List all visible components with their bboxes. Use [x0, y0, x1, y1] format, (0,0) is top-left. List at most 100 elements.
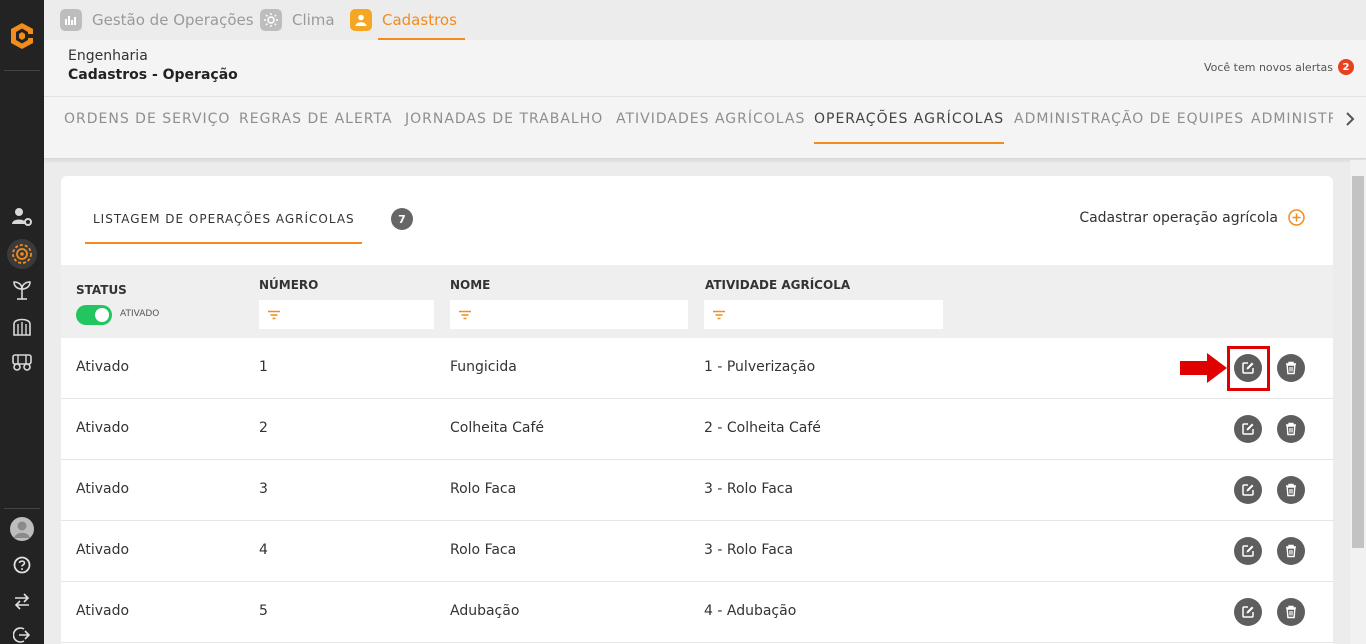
edit-icon — [1242, 606, 1254, 618]
toggle-knob — [95, 308, 109, 322]
help-icon[interactable] — [7, 550, 37, 580]
edit-button[interactable] — [1234, 598, 1262, 626]
cell-numero: 2 — [259, 420, 268, 436]
filter-icon — [268, 310, 280, 319]
cell-nome: Rolo Faca — [450, 542, 517, 558]
cell-nome: Adubação — [450, 603, 520, 619]
tab-operacoes-agricolas[interactable]: OPERAÇÕES AGRÍCOLAS — [814, 111, 1005, 144]
cell-numero: 5 — [259, 603, 268, 619]
trash-icon — [1286, 605, 1296, 619]
page-scrollbar[interactable] — [1350, 160, 1366, 644]
table-header: STATUS ATIVADO NÚMERO NOME ATIVIDADE AGR… — [61, 265, 1333, 338]
alerts-link[interactable]: Você tem novos alertas 2 — [1204, 59, 1354, 75]
edit-button[interactable] — [1234, 415, 1262, 443]
filter-icon — [459, 310, 471, 319]
annotation-highlight-box — [1227, 346, 1270, 391]
table-row[interactable]: Ativado 1 Fungicida 1 - Pulverização — [61, 338, 1333, 399]
rail-divider — [4, 508, 40, 509]
tab-administracao-truncated[interactable]: ADMINISTR — [1251, 111, 1333, 127]
column-header-nome: NOME — [450, 278, 491, 292]
page-title: Cadastros - Operação — [68, 67, 238, 83]
module-label: Cadastros — [382, 11, 457, 29]
cell-numero: 4 — [259, 542, 268, 558]
edit-button[interactable] — [1234, 537, 1262, 565]
module-tab-cadastros[interactable]: Cadastros — [350, 0, 465, 40]
column-header-atividade: ATIVIDADE AGRÍCOLA — [705, 278, 851, 292]
sun-icon — [260, 9, 282, 31]
nome-filter-input[interactable] — [450, 300, 688, 329]
plus-circle-icon — [1288, 209, 1305, 226]
table-row[interactable]: Ativado 3 Rolo Faca 3 - Rolo Faca — [61, 460, 1333, 521]
sprout-icon[interactable] — [7, 275, 37, 305]
cell-status: Ativado — [76, 359, 130, 375]
edit-icon — [1242, 484, 1254, 496]
alerts-count-badge: 2 — [1338, 59, 1354, 75]
swap-icon[interactable] — [7, 586, 37, 616]
tab-jornadas-de-trabalho[interactable]: JORNADAS DE TRABALHO — [405, 111, 603, 127]
cell-numero: 3 — [259, 481, 268, 497]
section-tabs: ORDENS DE SERVIÇO REGRAS DE ALERTA JORNA… — [44, 97, 1366, 159]
avatar[interactable] — [7, 514, 37, 544]
cell-status: Ativado — [76, 420, 130, 436]
tab-ordens-de-servico[interactable]: ORDENS DE SERVIÇO — [64, 111, 230, 127]
table-row[interactable]: Ativado 2 Colheita Café 2 - Colheita Caf… — [61, 399, 1333, 460]
app-logo-icon[interactable] — [6, 20, 38, 52]
status-filter-label: ATIVADO — [120, 309, 160, 319]
cell-status: Ativado — [76, 542, 130, 558]
create-operation-button[interactable]: Cadastrar operação agrícola — [1079, 209, 1305, 226]
chart-icon — [60, 9, 82, 31]
delete-button[interactable] — [1277, 354, 1305, 382]
tab-regras-de-alerta[interactable]: REGRAS DE ALERTA — [239, 111, 393, 127]
cell-atividade: 1 - Pulverização — [704, 359, 816, 375]
tractor-icon[interactable] — [7, 346, 37, 376]
page-header: Engenharia Cadastros - Operação Você tem… — [44, 40, 1366, 97]
filter-icon — [713, 310, 725, 319]
logout-icon[interactable] — [7, 620, 37, 644]
breadcrumb-parent: Engenharia — [68, 48, 148, 64]
left-rail — [0, 0, 44, 644]
annotation-arrow-icon — [1180, 353, 1227, 383]
delete-button[interactable] — [1277, 598, 1305, 626]
cell-nome: Fungicida — [450, 359, 517, 375]
trash-icon — [1286, 422, 1296, 436]
listing-count-badge: 7 — [391, 208, 413, 230]
column-header-numero: NÚMERO — [259, 278, 319, 292]
listing-title-underline — [85, 242, 362, 244]
delete-button[interactable] — [1277, 415, 1305, 443]
chevron-right-icon[interactable] — [1342, 109, 1358, 129]
numero-filter-input[interactable] — [259, 300, 434, 329]
cell-nome: Rolo Faca — [450, 481, 517, 497]
module-tab-gestao[interactable]: Gestão de Operações — [60, 0, 254, 40]
delete-button[interactable] — [1277, 537, 1305, 565]
users-settings-icon[interactable] — [7, 202, 37, 232]
delete-button[interactable] — [1277, 476, 1305, 504]
cell-numero: 1 — [259, 359, 268, 375]
edit-button[interactable] — [1234, 476, 1262, 504]
tab-administracao-de-equipes[interactable]: ADMINISTRAÇÃO DE EQUIPES — [1014, 111, 1244, 127]
cell-status: Ativado — [76, 481, 130, 497]
silo-icon[interactable] — [7, 311, 37, 341]
cell-nome: Colheita Café — [450, 420, 545, 436]
module-bar: Gestão de Operações Clima Cadastros — [44, 0, 1366, 40]
module-label: Gestão de Operações — [92, 11, 254, 29]
trash-icon — [1286, 483, 1296, 497]
module-tab-clima[interactable]: Clima — [260, 0, 335, 40]
cell-atividade: 4 - Adubação — [704, 603, 797, 619]
operations-card: LISTAGEM DE OPERAÇÕES AGRÍCOLAS 7 Cadast… — [61, 176, 1333, 644]
tab-atividades-agricolas[interactable]: ATIVIDADES AGRÍCOLAS — [616, 111, 805, 127]
status-filter-toggle[interactable] — [76, 305, 112, 325]
target-icon[interactable] — [7, 239, 37, 269]
scrollbar-thumb[interactable] — [1352, 176, 1364, 548]
module-label: Clima — [292, 11, 335, 29]
cell-status: Ativado — [76, 603, 130, 619]
cell-atividade: 3 - Rolo Faca — [704, 542, 794, 558]
create-operation-label: Cadastrar operação agrícola — [1079, 209, 1278, 226]
table-row[interactable]: Ativado 5 Adubação 4 - Adubação — [61, 582, 1333, 643]
atividade-filter-input[interactable] — [704, 300, 943, 329]
rail-divider — [4, 70, 40, 71]
trash-icon — [1286, 361, 1296, 375]
table-row[interactable]: Ativado 4 Rolo Faca 3 - Rolo Faca — [61, 521, 1333, 582]
cell-atividade: 2 - Colheita Café — [704, 420, 821, 436]
user-icon — [350, 9, 372, 31]
edit-icon — [1242, 545, 1254, 557]
